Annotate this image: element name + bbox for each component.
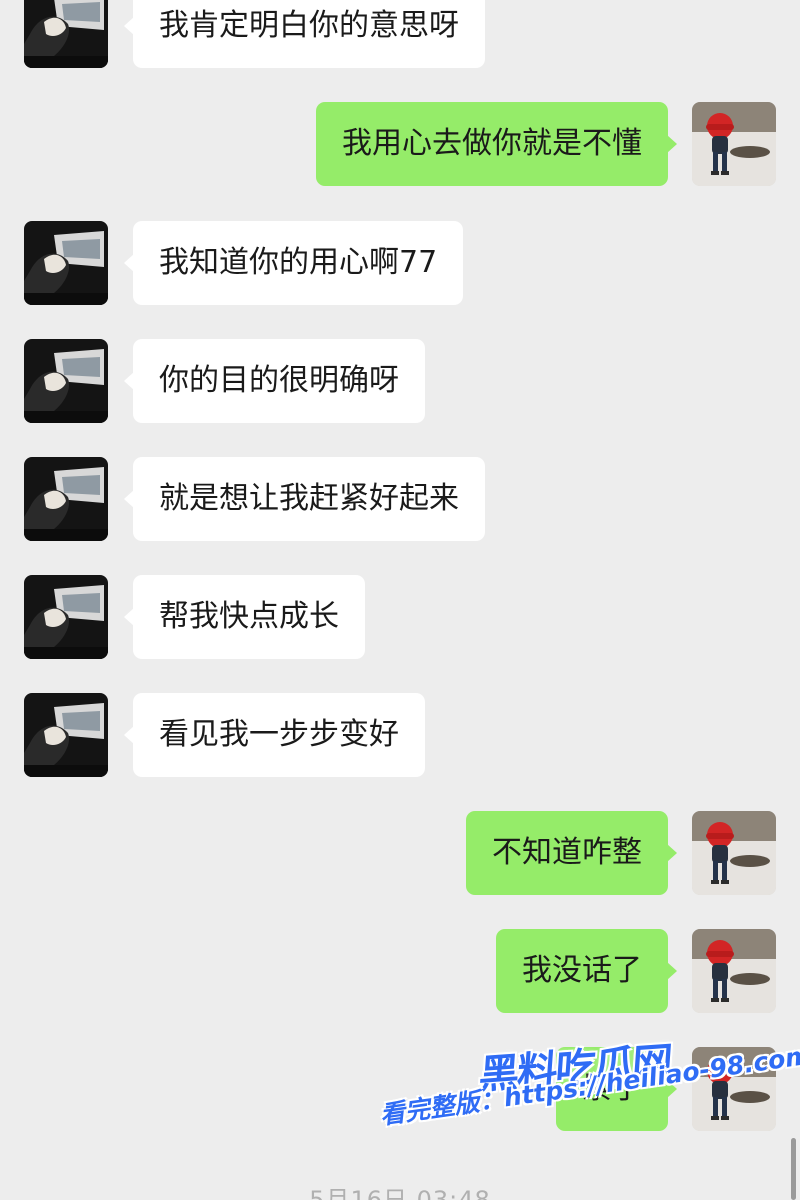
message-row-outgoing: 不知道咋整 [0, 811, 800, 895]
message-bubble-outgoing[interactable]: 累了 [556, 1047, 677, 1131]
message-row-incoming: 你的目的很明确呀 [0, 339, 800, 423]
contact-avatar[interactable] [24, 221, 108, 305]
contact-avatar[interactable] [24, 0, 108, 68]
user-avatar[interactable] [692, 929, 776, 1013]
message-bubble-incoming[interactable]: 我肯定明白你的意思呀 [124, 0, 485, 68]
message-bubble-incoming[interactable]: 你的目的很明确呀 [124, 339, 425, 423]
contact-avatar[interactable] [24, 339, 108, 423]
message-row-incoming: 就是想让我赶紧好起来 [0, 457, 800, 541]
message-row-incoming: 我知道你的用心啊77 [0, 221, 800, 305]
message-bubble-outgoing[interactable]: 我没话了 [496, 929, 677, 1013]
scrollbar[interactable] [791, 1138, 796, 1200]
message-bubble-incoming[interactable]: 就是想让我赶紧好起来 [124, 457, 485, 541]
message-row-outgoing: 我没话了 [0, 929, 800, 1013]
contact-avatar[interactable] [24, 575, 108, 659]
message-row-incoming: 看见我一步步变好 [0, 693, 800, 777]
message-bubble-incoming[interactable]: 看见我一步步变好 [124, 693, 425, 777]
message-row-incoming: 我肯定明白你的意思呀 [0, 0, 800, 68]
user-avatar[interactable] [692, 102, 776, 186]
message-bubble-incoming[interactable]: 我知道你的用心啊77 [123, 221, 464, 305]
message-timestamp: 5月16日 03:48 [309, 1186, 491, 1200]
message-row-outgoing: 我用心去做你就是不懂 [0, 102, 800, 186]
contact-avatar[interactable] [24, 693, 108, 777]
message-row-outgoing: 累了 [0, 1047, 800, 1131]
user-avatar[interactable] [692, 1047, 776, 1131]
user-avatar[interactable] [692, 811, 776, 895]
message-bubble-incoming[interactable]: 帮我快点成长 [124, 575, 365, 659]
message-bubble-outgoing[interactable]: 不知道咋整 [466, 811, 677, 895]
contact-avatar[interactable] [24, 457, 108, 541]
message-row-incoming: 帮我快点成长 [0, 575, 800, 659]
message-bubble-outgoing[interactable]: 我用心去做你就是不懂 [316, 102, 677, 186]
chat-window: 我肯定明白你的意思呀 我用心去做你就是不懂 我知道你的用心啊77 你的目的很明确… [0, 0, 800, 1200]
